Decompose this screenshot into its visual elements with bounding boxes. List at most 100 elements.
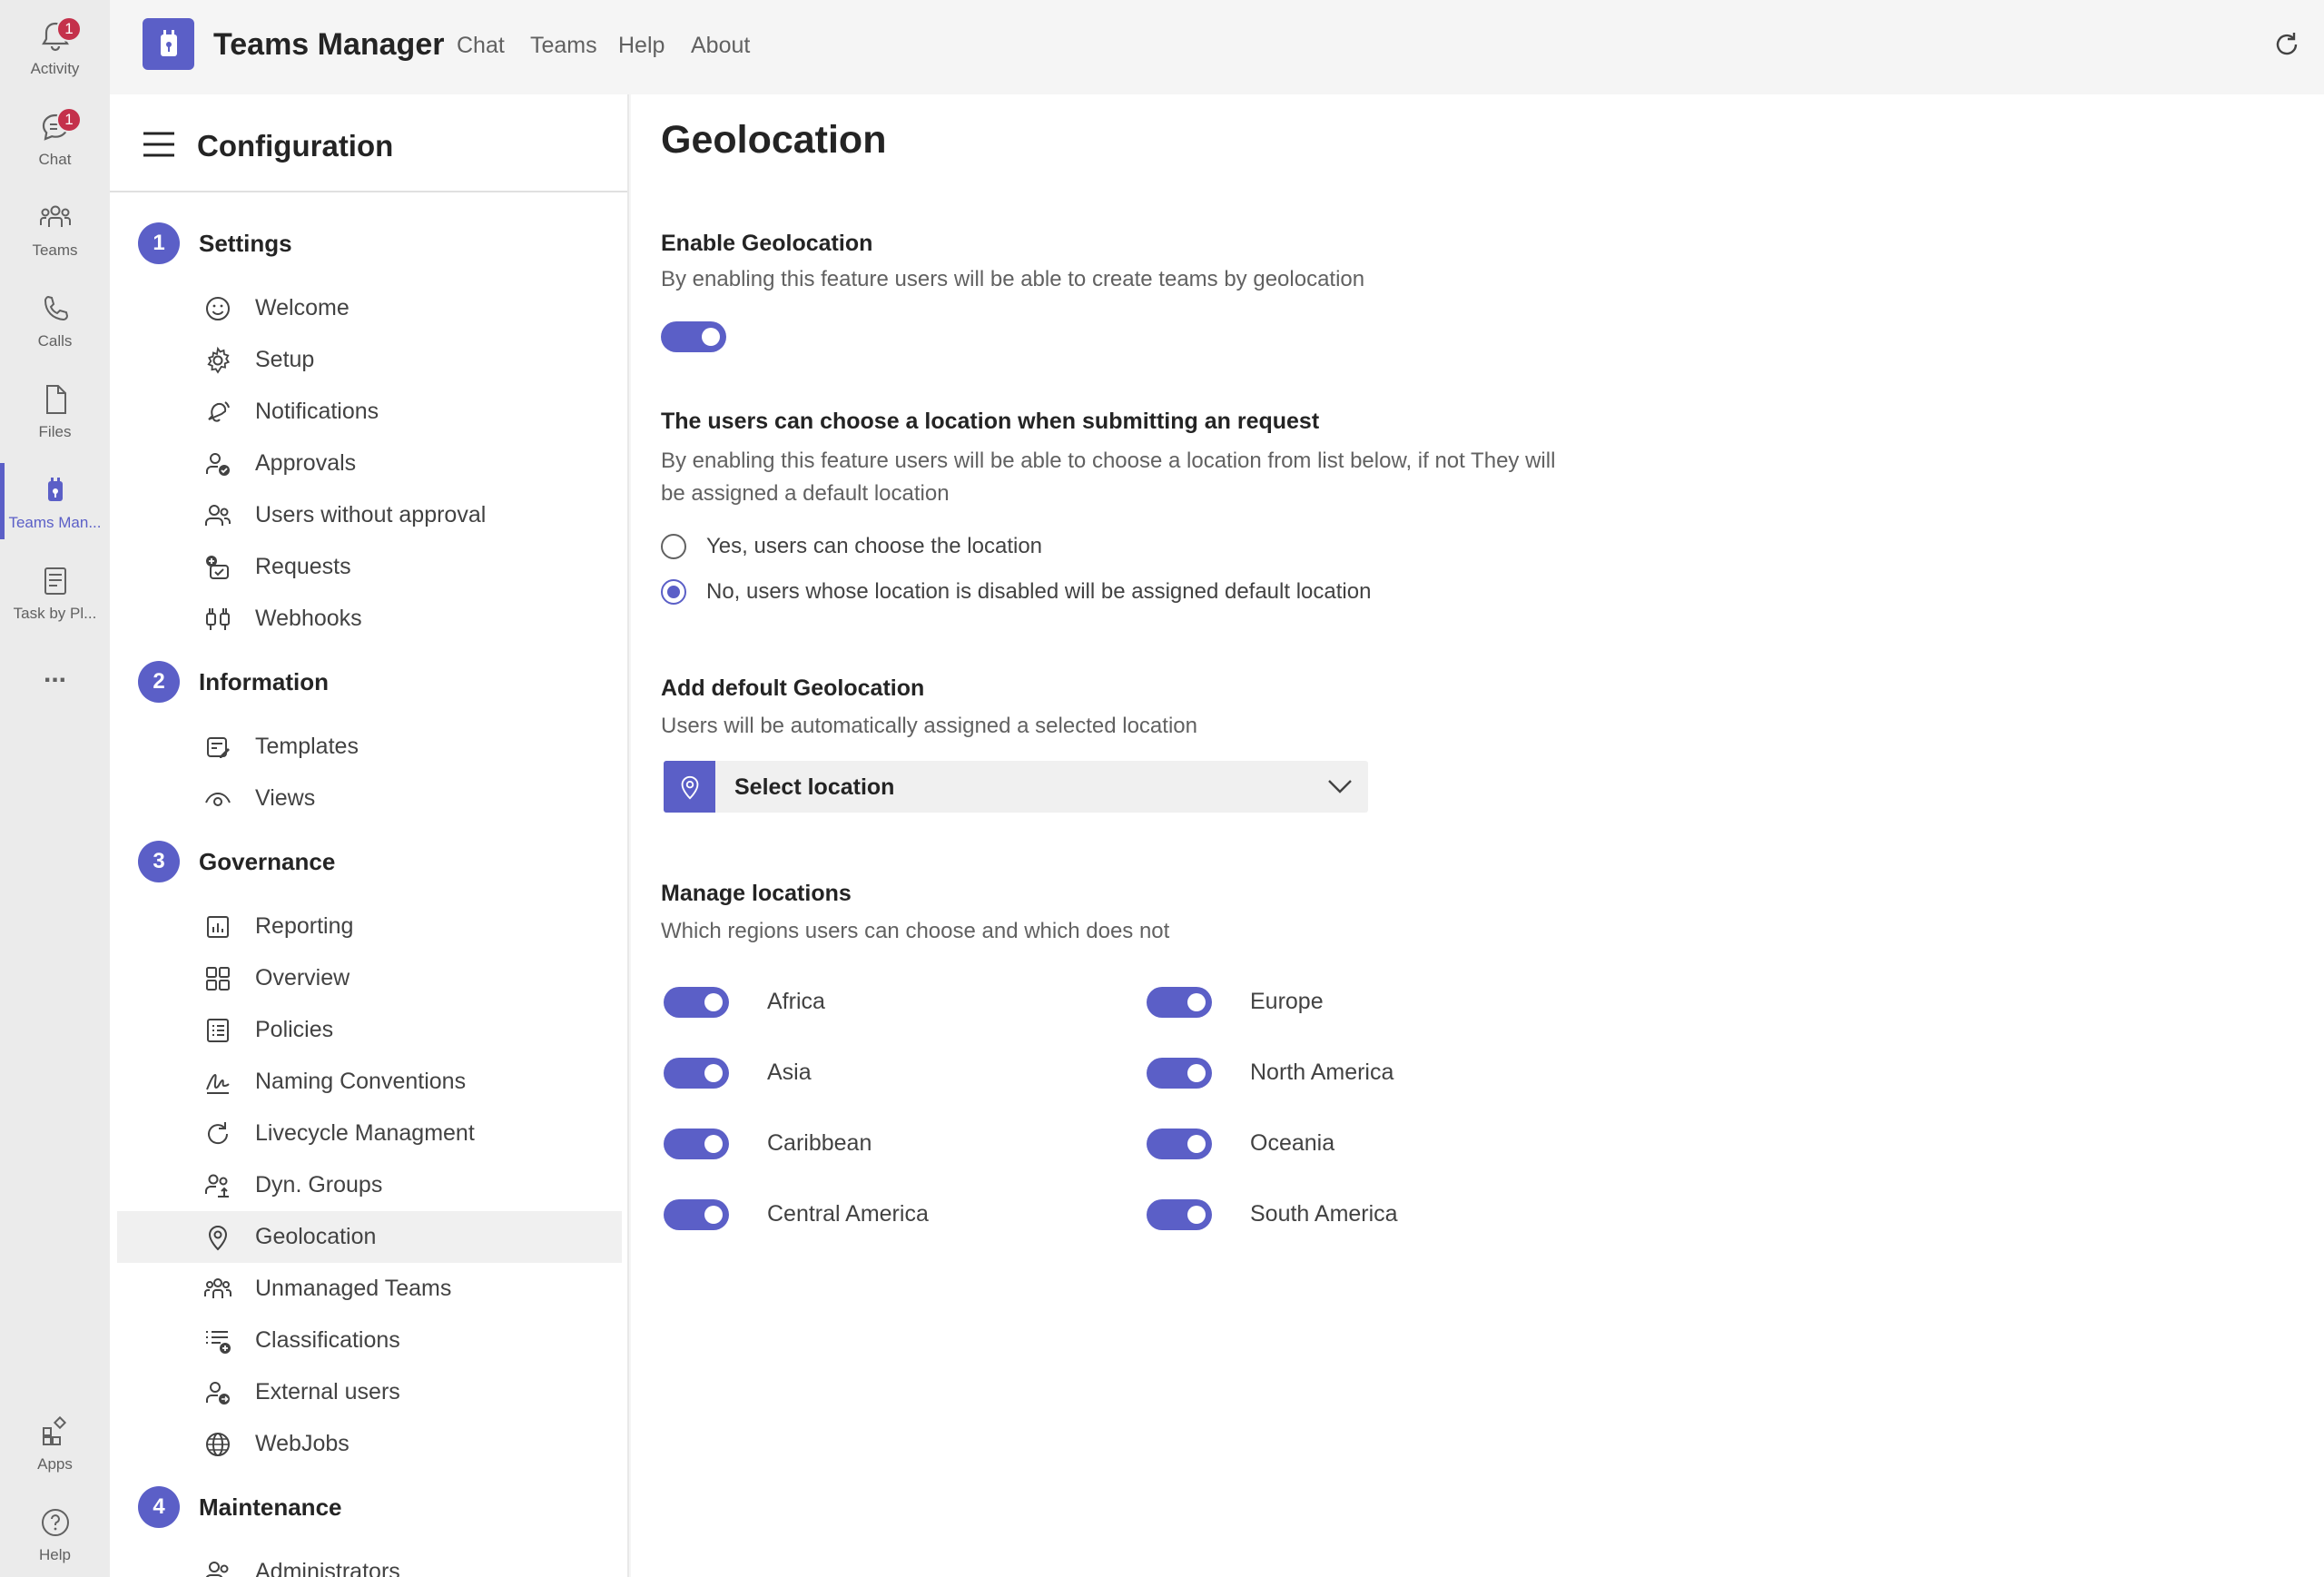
nav-label: Geolocation — [255, 1224, 377, 1249]
gear-icon — [207, 346, 231, 374]
nav-classifications[interactable]: Classifications — [117, 1315, 622, 1366]
nav-label: Overview — [255, 965, 350, 991]
report-chart-icon — [207, 915, 229, 938]
toggle-europe[interactable] — [1147, 987, 1212, 1018]
nav-naming-conventions[interactable]: Naming Conventions — [117, 1056, 622, 1108]
nav-views[interactable]: Views — [117, 773, 622, 824]
radio-option-no[interactable]: No, users whose location is disabled wil… — [661, 574, 1371, 610]
nav-requests[interactable]: Requests — [117, 541, 622, 593]
dynamic-group-icon — [205, 1174, 229, 1198]
choose-location-desc-cont: be assigned a default location — [661, 481, 950, 506]
teams-manager-logo — [143, 18, 194, 70]
radio-label: No, users whose location is disabled wil… — [706, 579, 1372, 604]
notification-icon — [208, 400, 230, 422]
location-dropdown[interactable]: Select location — [664, 761, 1368, 813]
section-maintenance[interactable]: 4 Maintenance — [138, 1485, 342, 1529]
rail-help[interactable]: Help — [0, 1492, 110, 1573]
rail-teams[interactable]: Teams — [0, 187, 110, 269]
nav-webhooks[interactable]: Webhooks — [117, 593, 622, 645]
file-icon — [45, 385, 66, 414]
nav-label: Classifications — [255, 1327, 400, 1353]
people-icon — [205, 1561, 229, 1577]
nav-label: Views — [255, 785, 316, 811]
nav-policies[interactable]: Policies — [117, 1004, 622, 1056]
toggle-asia[interactable] — [664, 1058, 729, 1089]
configuration-sidebar: Configuration 1 Settings Welcome Setup N… — [110, 94, 629, 1577]
hamburger-menu-icon[interactable] — [142, 131, 176, 158]
nav-livecycle-managment[interactable]: Livecycle Managment — [117, 1108, 622, 1159]
page-title: Geolocation — [661, 118, 887, 162]
nav-notifications[interactable]: Notifications — [117, 386, 622, 438]
rail-activity[interactable]: Activity 1 — [0, 5, 110, 87]
region-label-south-america: South America — [1250, 1201, 1398, 1227]
tab-help[interactable]: Help — [618, 33, 665, 59]
classification-list-icon — [206, 1330, 231, 1354]
rail-label: Chat — [38, 151, 72, 168]
nav-dyn-groups[interactable]: Dyn. Groups — [117, 1159, 622, 1211]
nav-unmanaged-teams[interactable]: Unmanaged Teams — [117, 1263, 622, 1315]
manage-locations-desc: Which regions users can choose and which… — [661, 919, 1170, 943]
region-label-north-america: North America — [1250, 1060, 1394, 1085]
enable-geolocation-toggle[interactable] — [661, 321, 726, 352]
section-title: Information — [199, 667, 329, 695]
nav-label: Dyn. Groups — [255, 1172, 383, 1198]
nav-label: Requests — [255, 554, 351, 579]
nav-webjobs[interactable]: WebJobs — [117, 1418, 622, 1470]
toggle-central-america[interactable] — [664, 1199, 729, 1230]
radio-option-yes[interactable]: Yes, users can choose the location — [661, 528, 1042, 565]
section-information[interactable]: 2 Information — [138, 660, 329, 704]
notification-badge: 1 — [56, 107, 82, 133]
section-settings[interactable]: 1 Settings — [138, 222, 292, 265]
app-rail: Activity 1 Chat 1 Teams Calls Files Team… — [0, 0, 110, 1577]
rail-files[interactable]: Files — [0, 369, 110, 450]
nav-overview[interactable]: Overview — [117, 952, 622, 1004]
location-pin-icon — [208, 1225, 228, 1250]
region-label-europe: Europe — [1250, 989, 1324, 1014]
list-icon — [207, 1018, 229, 1042]
toggle-south-america[interactable] — [1147, 1199, 1212, 1230]
tab-chat[interactable]: Chat — [457, 33, 505, 59]
nav-label: Naming Conventions — [255, 1069, 467, 1094]
toggle-north-america[interactable] — [1147, 1058, 1212, 1089]
section-governance[interactable]: 3 Governance — [138, 840, 335, 883]
nav-templates[interactable]: Templates — [117, 721, 622, 773]
nav-label: Policies — [255, 1017, 334, 1042]
notification-badge: 1 — [56, 16, 82, 42]
toggle-africa[interactable] — [664, 987, 729, 1018]
tab-teams[interactable]: Teams — [530, 33, 597, 59]
rail-task[interactable]: Task by Pl... — [0, 550, 110, 632]
nav-approvals[interactable]: Approvals — [117, 438, 622, 489]
choose-location-desc: By enabling this feature users will be a… — [661, 448, 1556, 473]
nav-label: Approvals — [255, 450, 357, 476]
refresh-icon[interactable] — [2271, 29, 2302, 60]
toggle-caribbean[interactable] — [664, 1129, 729, 1159]
tab-about[interactable]: About — [691, 33, 750, 59]
nav-label: Notifications — [255, 399, 379, 424]
more-apps-button[interactable]: ... — [0, 658, 110, 689]
nav-users-without-approval[interactable]: Users without approval — [117, 489, 622, 541]
enable-geolocation-desc: By enabling this feature users will be a… — [661, 267, 1365, 291]
rail-apps[interactable]: Apps — [0, 1401, 110, 1483]
nav-setup[interactable]: Setup — [117, 334, 622, 386]
apps-icon — [42, 1415, 66, 1445]
teams-icon — [39, 205, 71, 227]
section-title: Settings — [199, 229, 292, 257]
nav-administrators[interactable]: Administrators — [117, 1546, 622, 1577]
region-label-oceania: Oceania — [1250, 1130, 1335, 1156]
nav-welcome[interactable]: Welcome — [117, 282, 622, 334]
nav-external-users[interactable]: External users — [117, 1366, 622, 1418]
rail-calls[interactable]: Calls — [0, 278, 110, 360]
rail-teams-manager[interactable]: Teams Man... — [0, 459, 110, 541]
app-title: Teams Manager — [213, 27, 445, 62]
radio-button[interactable] — [661, 534, 686, 559]
rail-chat[interactable]: Chat 1 — [0, 96, 110, 178]
rail-label: Teams — [32, 241, 78, 259]
nav-label: WebJobs — [255, 1431, 350, 1456]
toggle-oceania[interactable] — [1147, 1129, 1212, 1159]
nav-reporting[interactable]: Reporting — [117, 901, 622, 952]
location-pin-icon — [664, 761, 715, 813]
nav-geolocation[interactable]: Geolocation — [117, 1211, 622, 1263]
radio-button-checked[interactable] — [661, 579, 686, 605]
nav-label: Users without approval — [255, 502, 487, 527]
configuration-header: Configuration — [110, 94, 627, 192]
